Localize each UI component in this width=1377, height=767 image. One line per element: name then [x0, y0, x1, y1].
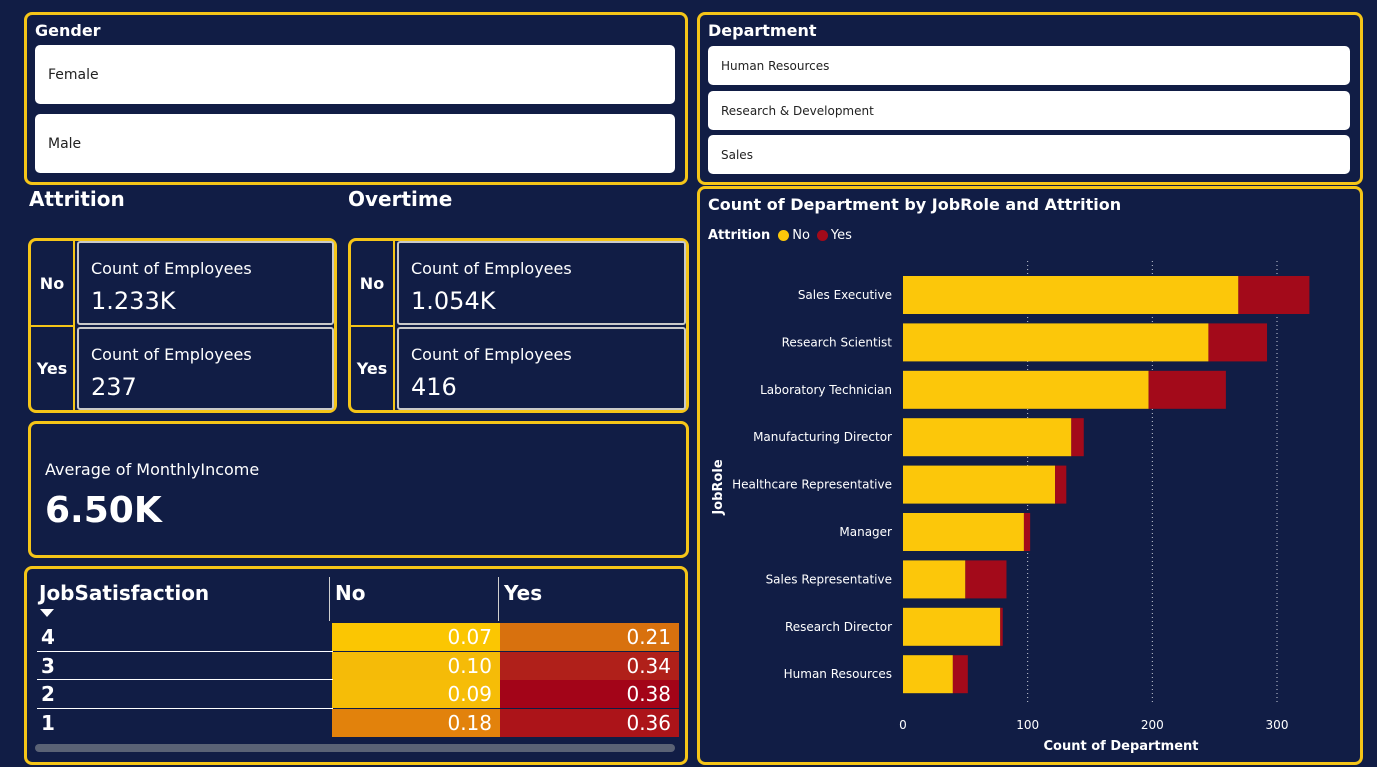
department-item-human-resources[interactable]: Human Resources — [708, 46, 1350, 85]
matrix-cell-no: 0.18 — [332, 709, 500, 738]
overtime-title: Overtime — [348, 187, 453, 211]
attrition-row-label-no: No — [31, 241, 75, 325]
gender-item-male[interactable]: Male — [35, 114, 675, 173]
gender-item-label: Male — [48, 135, 82, 152]
matrix-row-label: 2 — [41, 682, 55, 707]
department-slicer: Department Human Resources Research & De… — [697, 12, 1363, 185]
department-item-sales[interactable]: Sales — [708, 135, 1350, 174]
legend-no-icon — [778, 230, 790, 241]
job-satisfaction-matrix: JobSatisfaction No Yes 4 0.07 0.21 3 0.10 0.3… — [24, 566, 688, 765]
horizontal-scrollbar[interactable] — [35, 744, 675, 752]
matrix-row-separator — [37, 650, 333, 652]
card-metric-label: Count of Employees — [91, 345, 252, 364]
matrix-col-header-no: No — [335, 581, 366, 605]
department-item-label: Research & Development — [721, 103, 874, 118]
matrix-cell-yes: 0.38 — [500, 680, 679, 709]
card-metric-label: Count of Employees — [411, 259, 572, 278]
legend-no-label: No — [792, 228, 810, 243]
matrix-col-header-yes: Yes — [504, 581, 543, 605]
matrix-cell-no: 0.07 — [332, 623, 500, 651]
matrix-row-label: 1 — [41, 711, 55, 736]
department-item-research-development[interactable]: Research & Development — [708, 91, 1350, 130]
income-value: 6.50K — [45, 490, 162, 531]
matrix-cell-yes: 0.34 — [500, 651, 679, 680]
sort-descending-icon[interactable] — [40, 609, 54, 617]
legend-yes-icon — [816, 230, 828, 241]
department-item-label: Sales — [721, 147, 753, 162]
matrix-cell-no: 0.09 — [332, 680, 500, 709]
matrix-row-label: 3 — [41, 653, 55, 678]
legend-title: Attrition — [708, 228, 771, 243]
matrix-row-separator — [37, 679, 333, 681]
gender-item-label: Female — [48, 66, 99, 83]
income-card: Average of MonthlyIncome 6.50K — [28, 421, 689, 558]
attrition-title: Attrition — [29, 187, 125, 211]
attrition-card: No Yes Count of Employees 1.233K Count o… — [28, 238, 337, 413]
card-metric-value: 1.233K — [91, 287, 176, 315]
gender-slicer: Gender Female Male — [24, 12, 688, 185]
income-label: Average of MonthlyIncome — [45, 460, 260, 479]
chart-legend: Attrition No Yes — [708, 228, 852, 243]
attrition-row-label-yes: Yes — [31, 327, 75, 410]
jobrole-attrition-chart: Count of Department by JobRole and Attri… — [697, 186, 1363, 765]
department-item-label: Human Resources — [721, 58, 830, 73]
matrix-row-label: 4 — [41, 625, 55, 649]
card-metric-label: Count of Employees — [91, 259, 252, 278]
attrition-no-card: Count of Employees 1.233K — [77, 241, 334, 325]
matrix-cell-yes: 0.36 — [500, 709, 679, 738]
matrix-cell-yes: 0.21 — [500, 623, 679, 651]
card-metric-value: 237 — [91, 373, 137, 401]
matrix-col-divider — [498, 577, 499, 621]
gender-item-female[interactable]: Female — [35, 45, 675, 104]
matrix-cell-no: 0.10 — [332, 651, 500, 680]
overtime-row-label-no: No — [351, 241, 395, 325]
legend-yes-label: Yes — [830, 228, 852, 243]
matrix-col-divider — [329, 577, 330, 621]
attrition-yes-card: Count of Employees 237 — [77, 327, 334, 410]
card-metric-value: 416 — [411, 373, 457, 401]
gender-title: Gender — [35, 21, 101, 40]
overtime-card: No Yes Count of Employees 1.054K Count o… — [348, 238, 689, 413]
overtime-row-label-yes: Yes — [351, 327, 395, 410]
overtime-no-card: Count of Employees 1.054K — [397, 241, 686, 325]
chart-title: Count of Department by JobRole and Attri… — [708, 195, 1122, 214]
card-metric-value: 1.054K — [411, 287, 496, 315]
matrix-row-header: JobSatisfaction — [39, 581, 210, 605]
overtime-yes-card: Count of Employees 416 — [397, 327, 686, 410]
department-title: Department — [708, 21, 817, 40]
matrix-row-separator — [37, 708, 333, 710]
card-metric-label: Count of Employees — [411, 345, 572, 364]
